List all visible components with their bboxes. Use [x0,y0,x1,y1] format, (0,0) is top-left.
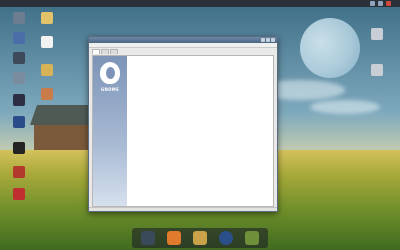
window-controls [261,38,275,42]
media-icon [13,116,25,128]
power-icon[interactable] [386,1,391,6]
drive-icon [371,64,383,76]
home-folder-icon [13,32,25,44]
desktop-icon-trash[interactable] [36,88,58,101]
drive-icon [13,72,25,84]
computer-icon [13,12,25,24]
tab-3[interactable] [110,49,118,54]
file-icon [41,36,53,48]
desktop-icon-network[interactable] [8,52,30,64]
gnome-sidebar: GNOME [93,56,127,206]
desktop-icon-drive-right-1[interactable] [366,28,388,40]
desktop-icon-computer[interactable] [8,12,30,24]
firefox-icon[interactable] [167,231,181,245]
drive-icon [371,28,383,40]
window-tabs [89,48,277,54]
desktop-icon-home[interactable] [8,32,30,44]
application-icon [13,94,25,106]
window-content: GNOME [92,55,274,207]
desktop-icon-terminal[interactable] [8,142,30,154]
terminal-icon[interactable] [141,231,155,245]
close-icon[interactable] [271,38,275,42]
about-gnome-window[interactable]: GNOME [88,36,278,212]
terminal-icon [13,142,25,154]
desktop-icon-app[interactable] [8,94,30,106]
moon-image [300,18,360,78]
flag-icon [13,188,25,200]
bottom-dock [132,228,268,248]
network-icon [13,52,25,64]
tab-2[interactable] [101,49,109,54]
window-statusbar [89,207,277,211]
desktop-icon-drive-right-2[interactable] [366,64,388,76]
tab-1[interactable] [92,49,100,54]
desktop-icon-flag[interactable] [8,188,30,200]
info-panel [127,56,273,206]
desktop-icon-package[interactable] [8,166,30,178]
system-tray [370,1,396,6]
package-icon [13,166,25,178]
desktop-icon-media[interactable] [8,116,30,128]
network-icon[interactable] [370,1,375,6]
folder-icon [41,12,53,24]
desktop-icon-file[interactable] [36,36,58,49]
barn-wall [34,125,96,153]
volume-icon[interactable] [378,1,383,6]
files-icon[interactable] [193,231,207,245]
maximize-icon[interactable] [266,38,270,42]
desktop-icon-drive[interactable] [8,72,30,84]
desktop-icon-folder-2[interactable] [36,64,58,77]
gnome-logo-text: GNOME [100,87,120,92]
cloud [310,100,380,114]
top-panel [0,0,400,7]
desktop-icon-folder-1[interactable] [36,12,58,25]
system-monitor-icon[interactable] [245,231,259,245]
minimize-icon[interactable] [261,38,265,42]
gnome-foot-icon [100,62,120,84]
trash-icon [41,88,53,100]
folder-icon [41,64,53,76]
media-icon[interactable] [219,231,233,245]
